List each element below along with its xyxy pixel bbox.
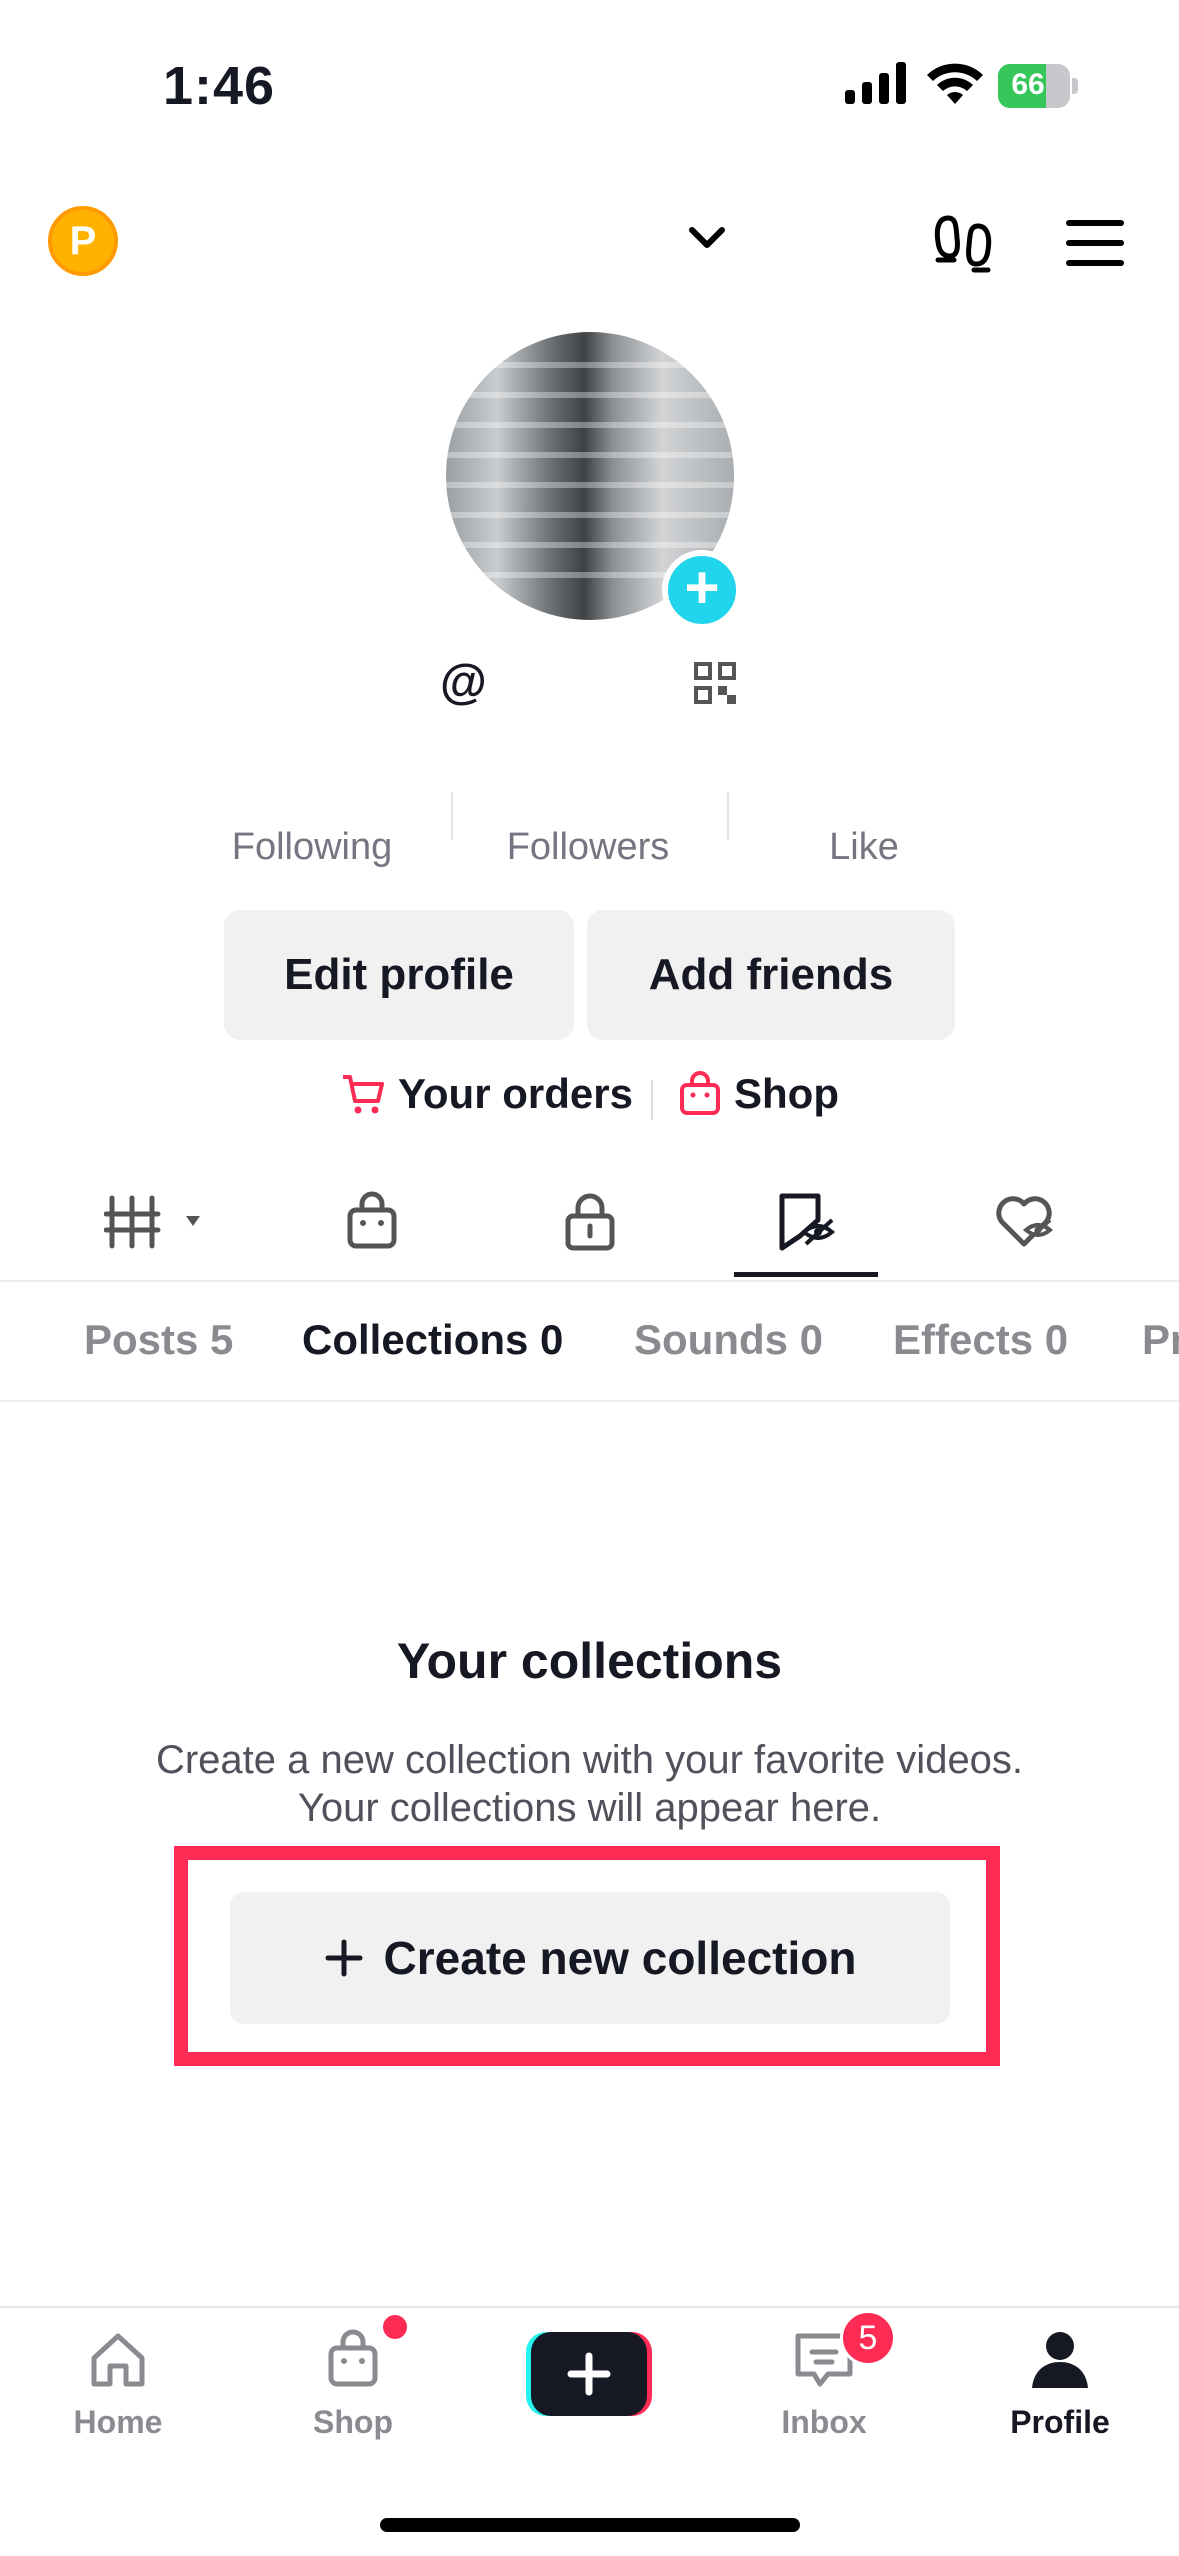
account-switch-chevron-icon[interactable] — [688, 224, 726, 254]
profile-person-icon — [1032, 2332, 1088, 2388]
shop-bag-icon — [347, 1191, 397, 1249]
home-indicator — [380, 2518, 800, 2532]
tab-products-partial[interactable]: Pr — [1142, 1316, 1179, 1364]
menu-hamburger-icon[interactable] — [1066, 220, 1124, 266]
tab-collections[interactable]: Collections 0 — [302, 1316, 563, 1364]
username-at-prefix: @ — [440, 656, 487, 709]
sub-tabs-divider — [0, 1400, 1179, 1402]
grid-dropdown-icon — [103, 1195, 200, 1249]
qr-code-icon[interactable] — [694, 662, 736, 704]
tab-posts[interactable]: Posts 5 — [84, 1316, 233, 1364]
nav-shop-label: Shop — [313, 2404, 393, 2440]
bottom-nav-divider — [0, 2306, 1179, 2308]
liked-tab[interactable] — [992, 1190, 1056, 1254]
nav-profile[interactable]: Profile — [960, 2316, 1160, 2456]
videos-grid-tab[interactable] — [103, 1190, 224, 1254]
shop-tab[interactable] — [340, 1190, 404, 1254]
heart-hidden-icon — [996, 1196, 1054, 1247]
tab-sounds[interactable]: Sounds 0 — [634, 1316, 823, 1364]
nav-home-label: Home — [73, 2404, 163, 2440]
empty-state-description: Create a new collection with your favori… — [0, 1736, 1179, 1832]
tab-effects[interactable]: Effects 0 — [893, 1316, 1068, 1364]
create-post-button[interactable] — [526, 2332, 652, 2416]
inbox-badge: 5 — [840, 2310, 896, 2366]
cellular-signal-icon — [845, 62, 907, 104]
stat-followers-label[interactable]: Followers — [458, 826, 718, 869]
shop-bag-icon — [328, 2329, 378, 2387]
active-tab-indicator — [734, 1272, 878, 1277]
create-new-collection-label: Create new collection — [383, 1932, 857, 1984]
empty-state-line-1: Create a new collection with your favori… — [155, 1738, 1024, 1782]
stat-following-label[interactable]: Following — [182, 826, 442, 869]
shop-notification-dot — [380, 2312, 410, 2342]
points-coin-icon[interactable]: P — [48, 206, 118, 276]
stat-divider — [727, 792, 729, 840]
nav-shop[interactable]: Shop — [253, 2316, 453, 2456]
empty-state-line-2: Your collections will appear here. — [297, 1786, 882, 1830]
shop-label: Shop — [734, 1070, 839, 1117]
bookmark-hidden-icon — [779, 1193, 836, 1251]
profile-views-footprint-icon[interactable] — [930, 210, 998, 278]
nav-profile-label: Profile — [1010, 2404, 1110, 2440]
private-videos-tab[interactable] — [558, 1190, 622, 1254]
nav-inbox-label: Inbox — [781, 2404, 867, 2440]
battery-icon: 66 — [998, 64, 1080, 108]
your-orders-link[interactable]: Your orders — [340, 1070, 633, 1118]
edit-profile-button[interactable]: Edit profile — [224, 910, 574, 1040]
wifi-icon — [925, 58, 985, 106]
home-icon — [91, 2333, 145, 2387]
stat-divider — [451, 792, 453, 840]
favorites-tab[interactable] — [774, 1190, 838, 1254]
empty-state-title: Your collections — [396, 1633, 783, 1689]
lock-icon — [565, 1193, 615, 1251]
your-orders-label: Your orders — [398, 1070, 633, 1117]
add-avatar-plus-icon[interactable]: + — [662, 550, 742, 630]
shop-bag-icon — [680, 1071, 720, 1115]
tabs-divider — [0, 1280, 1179, 1282]
shop-link[interactable]: Shop — [678, 1070, 839, 1118]
cart-icon — [343, 1075, 384, 1114]
add-friends-button[interactable]: Add friends — [587, 910, 955, 1040]
plus-icon — [325, 1939, 363, 1977]
stat-likes-label[interactable]: Like — [734, 826, 994, 869]
create-new-collection-button[interactable]: Create new collection — [230, 1892, 950, 2024]
orders-divider — [651, 1080, 653, 1120]
nav-home[interactable]: Home — [18, 2316, 218, 2456]
battery-level: 66 — [1011, 68, 1045, 101]
status-time: 1:46 — [163, 56, 276, 116]
